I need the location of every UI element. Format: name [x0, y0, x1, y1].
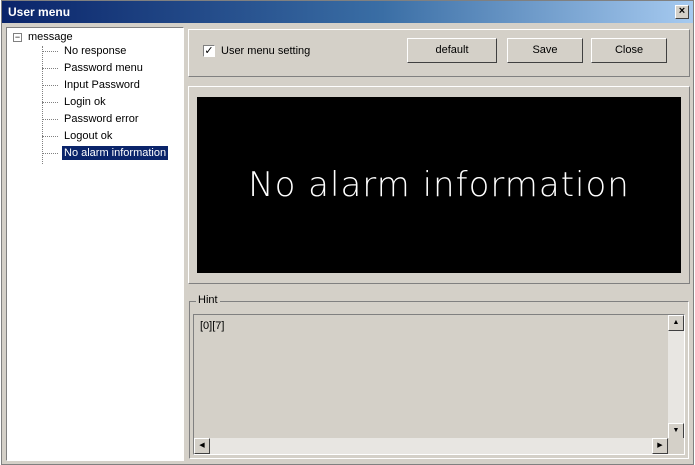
hint-textarea[interactable]: [0][7] ▲ ▼ ◀ ▶: [193, 314, 685, 455]
save-button[interactable]: Save: [507, 38, 583, 63]
window-title: User menu: [8, 5, 71, 19]
vertical-scrollbar[interactable]: ▲ ▼: [668, 315, 684, 439]
tree-root-message[interactable]: − message: [13, 31, 73, 43]
tree-item-password-menu[interactable]: Password menu: [42, 60, 168, 77]
tree-item-password-error[interactable]: Password error: [42, 111, 168, 128]
horizontal-scrollbar[interactable]: ◀ ▶: [194, 438, 668, 454]
preview-panel: No alarm information: [188, 86, 690, 284]
tree-item-logout-ok[interactable]: Logout ok: [42, 128, 168, 145]
tree-item-login-ok[interactable]: Login ok: [42, 94, 168, 111]
scroll-left-icon[interactable]: ◀: [194, 438, 210, 454]
hint-value: [0][7]: [200, 320, 225, 332]
message-preview: No alarm information: [197, 97, 681, 273]
hint-group: Hint [0][7] ▲ ▼ ◀ ▶: [189, 294, 689, 459]
title-bar[interactable]: User menu ×: [2, 1, 693, 23]
tree-items: No response Password menu Input Password…: [42, 43, 169, 162]
hint-label: Hint: [196, 294, 220, 306]
tree-item-no-alarm-information[interactable]: No alarm information: [42, 145, 169, 162]
collapse-icon[interactable]: −: [13, 32, 22, 42]
close-icon[interactable]: ×: [675, 5, 689, 19]
scroll-up-icon[interactable]: ▲: [668, 315, 684, 331]
tree-item-no-response[interactable]: No response: [42, 43, 168, 60]
preview-text: No alarm information: [248, 165, 630, 205]
tree-root-label: message: [28, 31, 73, 43]
scroll-down-icon[interactable]: ▼: [668, 423, 684, 439]
close-button[interactable]: Close: [591, 38, 667, 63]
message-tree[interactable]: − message No response Password menu Input…: [6, 27, 184, 461]
user-menu-setting-checkbox[interactable]: ✓: [203, 45, 215, 57]
user-menu-window: User menu × − message No response Passwor…: [1, 0, 694, 465]
user-menu-setting-label: User menu setting: [221, 45, 311, 57]
user-menu-setting-toggle[interactable]: ✓ User menu setting: [203, 45, 310, 57]
settings-toolbar: ✓ User menu setting default Save Close: [188, 29, 690, 77]
tree-item-input-password[interactable]: Input Password: [42, 77, 168, 94]
scroll-corner: [668, 438, 684, 454]
scroll-right-icon[interactable]: ▶: [652, 438, 668, 454]
default-button[interactable]: default: [407, 38, 497, 63]
